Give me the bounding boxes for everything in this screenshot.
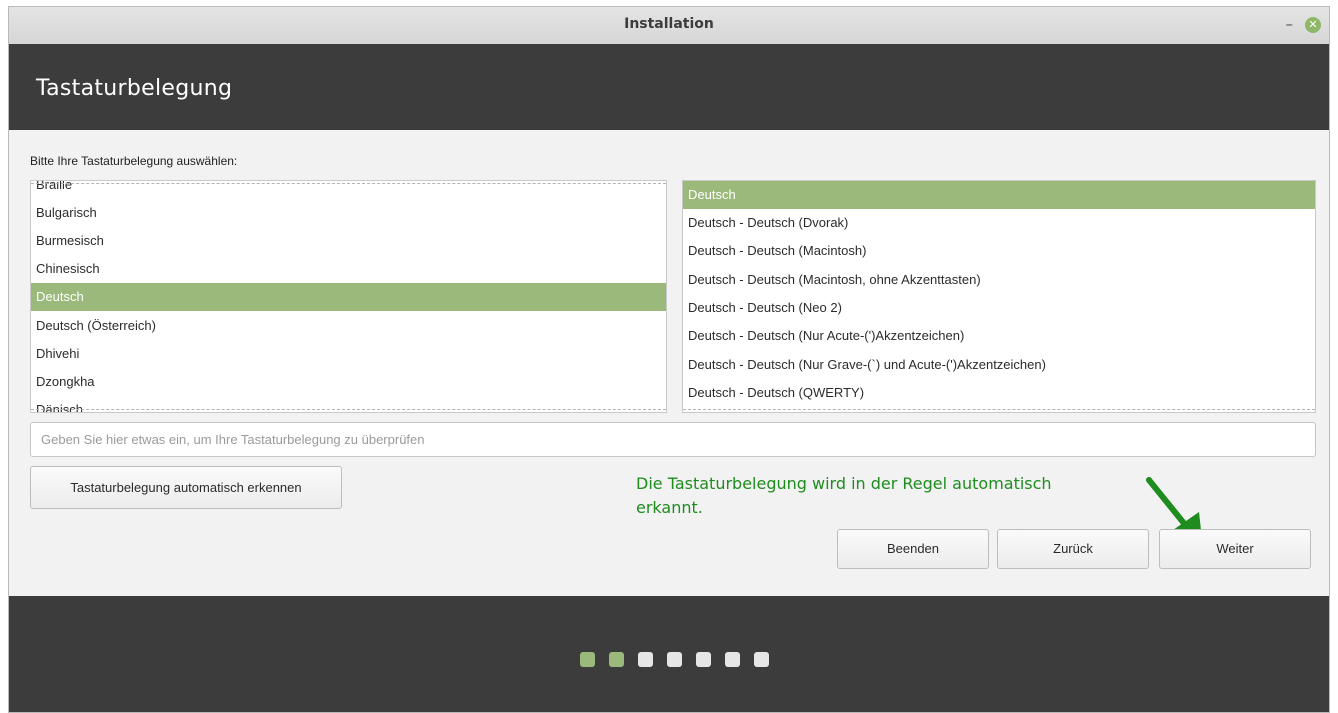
progress-step-dot — [638, 652, 653, 667]
list-item[interactable]: Deutsch - Deutsch (Nur Acute-(')Akzentze… — [683, 322, 1315, 350]
installer-window: Installation – ✕ Tastaturbelegung Bitte … — [8, 6, 1330, 713]
layout-prompt: Bitte Ihre Tastaturbelegung auswählen: — [30, 154, 238, 168]
list-item[interactable]: Chinesisch — [31, 255, 666, 283]
list-item-selected[interactable]: Deutsch — [683, 181, 1315, 209]
keyboard-test-input[interactable] — [30, 422, 1316, 457]
annotation-text: Die Tastaturbelegung wird in der Regel a… — [636, 474, 1052, 517]
progress-step-dot — [725, 652, 740, 667]
list-item[interactable]: Dzongkha — [31, 368, 666, 396]
language-list[interactable]: Braille Bulgarisch Burmesisch Chinesisch… — [30, 180, 667, 413]
list-item[interactable]: Burmesisch — [31, 227, 666, 255]
title-bar[interactable]: Installation – ✕ — [9, 7, 1329, 45]
list-item[interactable]: Deutsch - Deutsch (Neo 2) — [683, 294, 1315, 322]
page-title: Tastaturbelegung — [36, 76, 233, 101]
page-header: Tastaturbelegung — [9, 44, 1329, 130]
list-item-selected[interactable]: Deutsch — [31, 283, 666, 311]
list-item[interactable]: Dhivehi — [31, 340, 666, 368]
progress-step-dot — [609, 652, 624, 667]
main-content: Bitte Ihre Tastaturbelegung auswählen: B… — [9, 130, 1329, 596]
scroll-indicator-bottom — [31, 409, 666, 410]
progress-footer — [9, 596, 1329, 712]
list-item[interactable]: Dänisch — [31, 396, 666, 412]
window-title: Installation — [624, 16, 714, 32]
progress-step-dot — [667, 652, 682, 667]
back-button[interactable]: Zurück — [997, 529, 1149, 569]
list-item[interactable]: Deutsch - Deutsch (Macintosh) — [683, 237, 1315, 265]
list-item[interactable]: Deutsch (Österreich) — [31, 312, 666, 340]
list-item[interactable]: Bulgarisch — [31, 199, 666, 227]
detect-layout-button[interactable]: Tastaturbelegung automatisch erkennen — [30, 466, 342, 509]
list-item[interactable]: Deutsch - Deutsch (Nur Grave-(`) und Acu… — [683, 351, 1315, 379]
scroll-indicator-bottom — [683, 409, 1315, 410]
progress-step-dot — [696, 652, 711, 667]
progress-indicator — [580, 652, 769, 667]
list-item[interactable]: Deutsch - Deutsch (Dvorak) — [683, 209, 1315, 237]
variant-list[interactable]: Deutsch Deutsch - Deutsch (Dvorak) Deuts… — [682, 180, 1316, 413]
list-item[interactable]: Deutsch - Deutsch (QWERTY) — [683, 379, 1315, 407]
quit-button[interactable]: Beenden — [837, 529, 989, 569]
close-icon[interactable]: ✕ — [1305, 17, 1321, 33]
next-button[interactable]: Weiter — [1159, 529, 1311, 569]
progress-step-dot — [754, 652, 769, 667]
scroll-indicator-top — [31, 183, 666, 184]
list-item[interactable]: Deutsch - Deutsch (Macintosh, ohne Akzen… — [683, 266, 1315, 294]
progress-step-dot — [580, 652, 595, 667]
minimize-icon[interactable]: – — [1286, 15, 1294, 33]
